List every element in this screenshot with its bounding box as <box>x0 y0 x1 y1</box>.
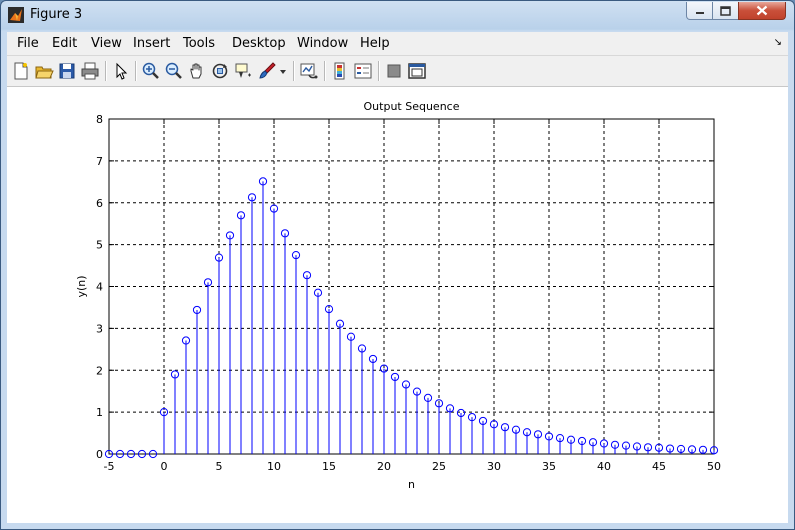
hide-plot-tools-icon <box>387 64 401 78</box>
y-tick-label: 1 <box>96 406 103 419</box>
x-tick-label: 10 <box>267 460 281 473</box>
zoom-out-button[interactable] <box>164 61 184 81</box>
rotate-3d-icon <box>212 63 228 79</box>
save-icon <box>59 63 75 79</box>
minimize-icon <box>695 11 704 14</box>
zoom-in-icon <box>142 62 159 79</box>
new-figure-button[interactable] <box>11 61 31 81</box>
menu-file[interactable]: File <box>17 36 39 51</box>
x-tick-label: -5 <box>104 460 115 473</box>
maximize-icon <box>720 5 731 16</box>
x-tick-label: 50 <box>707 460 721 473</box>
open-file-button[interactable] <box>34 61 54 81</box>
data-cursor-icon <box>235 63 251 78</box>
select-button[interactable] <box>111 61 131 81</box>
menu-desktop[interactable]: Desktop <box>232 36 286 51</box>
zoom-in-button[interactable] <box>141 61 161 81</box>
brush-icon <box>259 62 276 79</box>
print-button[interactable] <box>80 61 100 81</box>
y-tick-label: 2 <box>96 364 103 377</box>
brush-dropdown-button[interactable] <box>278 61 288 81</box>
close-button[interactable] <box>738 2 786 20</box>
x-tick-label: 30 <box>487 460 501 473</box>
maximize-button[interactable] <box>712 2 739 20</box>
link-plot-icon <box>300 63 318 79</box>
menu-insert[interactable]: Insert <box>133 36 170 51</box>
brush-button[interactable] <box>257 61 277 81</box>
title-bar[interactable]: Figure 3 <box>1 1 794 30</box>
toolbar-separator <box>105 61 107 81</box>
matlab-logo-icon <box>8 7 24 23</box>
insert-legend-button[interactable] <box>353 61 373 81</box>
figure-window: Figure 3 File Edit View Insert Tools Des… <box>0 0 795 530</box>
menu-view[interactable]: View <box>91 36 122 51</box>
y-tick-label: 5 <box>96 239 103 252</box>
minimize-button[interactable] <box>686 2 713 20</box>
x-tick-label: 25 <box>432 460 446 473</box>
toolbar-separator <box>378 61 380 81</box>
new-figure-icon <box>14 62 28 80</box>
link-plot-button[interactable] <box>299 61 319 81</box>
y-tick-label: 8 <box>96 113 103 126</box>
menu-tools[interactable]: Tools <box>183 36 215 51</box>
brush-dropdown-icon <box>280 70 286 74</box>
show-plot-tools-icon <box>408 63 426 79</box>
close-icon <box>756 5 768 16</box>
y-tick-label: 4 <box>96 281 103 294</box>
colorbar-icon <box>334 62 345 80</box>
hide-plot-tools-button[interactable] <box>384 61 404 81</box>
show-plot-tools-button[interactable] <box>407 61 427 81</box>
x-axis-label: n <box>408 478 415 491</box>
toolbar-separator <box>135 61 137 81</box>
window-title: Figure 3 <box>30 7 83 22</box>
x-tick-label: 40 <box>597 460 611 473</box>
rotate-3d-button[interactable] <box>210 61 230 81</box>
y-tick-label: 0 <box>96 448 103 461</box>
print-icon <box>81 62 99 80</box>
dock-arrow-icon[interactable]: ↘ <box>774 37 782 48</box>
stem-plot[interactable]: -5 0 5 10 15 20 25 30 35 40 45 50012345678Output Se… <box>7 87 788 523</box>
select-arrow-icon <box>116 62 128 80</box>
zoom-out-icon <box>165 62 182 79</box>
x-tick-label: 0 <box>161 460 168 473</box>
toolbar-separator <box>293 61 295 81</box>
insert-colorbar-button[interactable] <box>330 61 350 81</box>
menu-help[interactable]: Help <box>360 36 390 51</box>
x-tick-label: 15 <box>322 460 336 473</box>
menu-window[interactable]: Window <box>297 36 348 51</box>
x-tick-label: 5 <box>216 460 223 473</box>
figure-canvas[interactable]: -5 0 5 10 15 20 25 30 35 40 45 50 0 1 2 3 4 5 6 7 8 Output Se… <box>7 87 788 523</box>
save-button[interactable] <box>57 61 77 81</box>
x-tick-label: 20 <box>377 460 391 473</box>
open-file-icon <box>35 66 54 79</box>
toolbar-separator <box>324 61 326 81</box>
y-tick-label: 7 <box>96 155 103 168</box>
legend-icon <box>354 63 372 79</box>
x-tick-label: 45 <box>652 460 666 473</box>
figure-toolbar <box>7 56 788 87</box>
menu-edit[interactable]: Edit <box>52 36 77 51</box>
x-tick-label: 35 <box>542 460 556 473</box>
plot-title: Output Sequence <box>364 100 460 113</box>
y-axis-label: y(n) <box>75 275 88 297</box>
pan-button[interactable] <box>187 61 207 81</box>
menu-bar: File Edit View Insert Tools Desktop Wind… <box>7 32 788 56</box>
y-tick-label: 6 <box>96 197 103 210</box>
data-cursor-button[interactable] <box>233 61 253 81</box>
pan-hand-icon <box>190 63 202 79</box>
y-tick-label: 3 <box>96 322 103 335</box>
